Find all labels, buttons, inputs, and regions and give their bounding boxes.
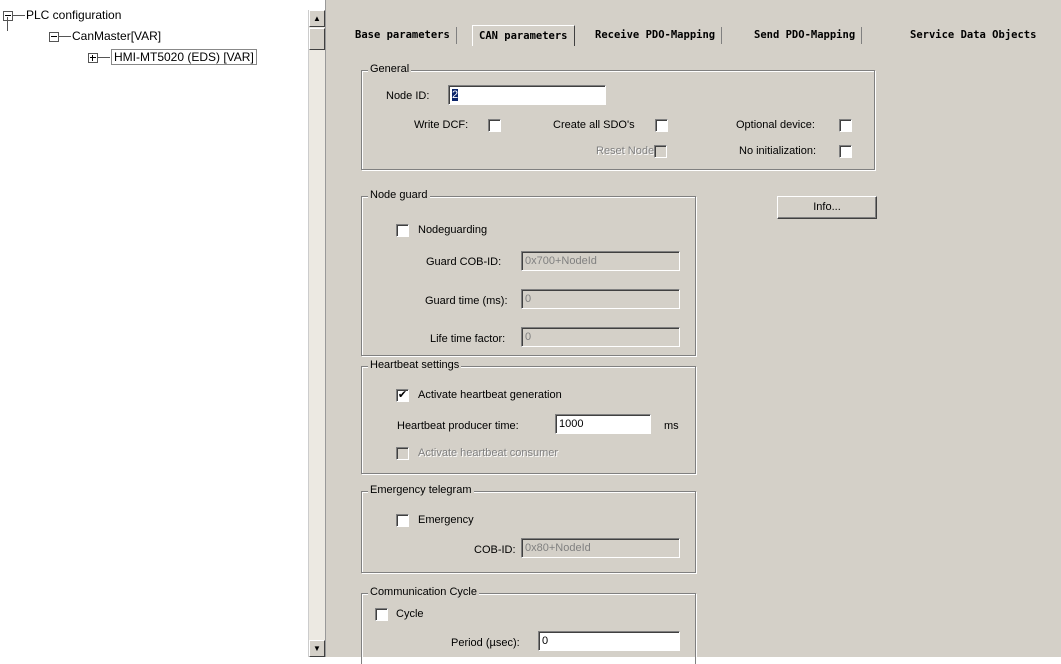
emergency-checkbox[interactable] xyxy=(396,514,409,527)
heartbeat-producer-time-label: Heartbeat producer time: xyxy=(397,420,519,432)
activate-heartbeat-generation-label: Activate heartbeat generation xyxy=(418,389,562,401)
tree-item-hmi-mt5020[interactable]: HMI-MT5020 (EDS) [VAR] xyxy=(88,49,257,65)
cycle-label: Cycle xyxy=(396,608,424,620)
create-sdos-checkbox[interactable] xyxy=(655,119,668,132)
emergency-cob-id-label: COB-ID: xyxy=(474,544,516,556)
optional-device-checkbox[interactable] xyxy=(839,119,852,132)
group-title: Node guard xyxy=(368,189,430,201)
collapse-icon[interactable] xyxy=(3,10,13,21)
period-input[interactable]: 0 xyxy=(538,631,680,651)
tab-send-pdo-mapping[interactable]: Send PDO-Mapping xyxy=(748,27,863,44)
communication-cycle-group: Communication Cycle Cycle Period (µsec):… xyxy=(361,586,696,664)
nodeguarding-checkbox[interactable] xyxy=(396,224,409,237)
group-title: Communication Cycle xyxy=(368,586,479,598)
tab-service-data-objects[interactable]: Service Data Objects xyxy=(904,27,1042,44)
check-icon: ✔ xyxy=(397,389,408,401)
arrow-down-icon: ▼ xyxy=(313,644,321,653)
tab-bar: Base parameters CAN parameters Receive P… xyxy=(349,25,1061,46)
tree-connector xyxy=(13,15,25,17)
group-title: General xyxy=(368,63,412,75)
node-guard-group: Node guard Nodeguarding Guard COB-ID: 0x… xyxy=(361,189,696,356)
nodeguarding-label: Nodeguarding xyxy=(418,224,488,236)
tree-item-canmaster[interactable]: CanMaster[VAR] xyxy=(49,28,161,44)
tab-base-parameters[interactable]: Base parameters xyxy=(349,27,457,44)
node-id-label: Node ID: xyxy=(386,90,430,102)
guard-cob-id-input: 0x700+NodeId xyxy=(521,251,680,271)
general-group: General Node ID: 2 Write DCF: Create all… xyxy=(361,63,875,170)
optional-device-label: Optional device: xyxy=(736,119,815,131)
create-sdos-label: Create all SDO's xyxy=(553,119,635,131)
tree-item-label: CanMaster[VAR] xyxy=(72,29,162,43)
guard-cob-id-label: Guard COB-ID: xyxy=(426,256,502,268)
scroll-down-button[interactable]: ▼ xyxy=(309,640,325,657)
write-dcf-label: Write DCF: xyxy=(414,119,469,131)
cycle-checkbox[interactable] xyxy=(375,608,388,621)
activate-heartbeat-consumer-label: Activate heartbeat consumer xyxy=(418,447,559,459)
life-time-factor-label: Life time factor: xyxy=(430,333,506,345)
heartbeat-time-unit: ms xyxy=(664,420,679,432)
expand-icon[interactable] xyxy=(88,52,98,63)
node-id-input[interactable]: 2 xyxy=(448,85,606,105)
scroll-thumb[interactable] xyxy=(309,28,325,50)
tree-connector xyxy=(98,57,110,59)
no-initialization-label: No initialization: xyxy=(739,145,817,157)
reset-node-checkbox xyxy=(654,145,667,158)
heartbeat-producer-time-input[interactable]: 1000 xyxy=(555,414,651,434)
tree-item-label: HMI-MT5020 (EDS) [VAR] xyxy=(111,49,257,65)
group-title: Emergency telegram xyxy=(368,484,474,496)
properties-panel: Base parameters CAN parameters Receive P… xyxy=(333,0,1061,664)
tree-item-plc-configuration[interactable]: PLC configuration xyxy=(3,7,121,23)
configuration-tree[interactable]: PLC configuration CanMaster[VAR] HMI-MT5… xyxy=(0,0,308,657)
tree-item-label: PLC configuration xyxy=(26,8,122,22)
activate-heartbeat-generation-checkbox[interactable]: ✔ xyxy=(396,389,409,402)
guard-time-label: Guard time (ms): xyxy=(425,295,508,307)
collapse-icon[interactable] xyxy=(49,31,59,42)
arrow-up-icon: ▲ xyxy=(313,14,321,23)
life-time-factor-input: 0 xyxy=(521,327,680,347)
tab-receive-pdo-mapping[interactable]: Receive PDO-Mapping xyxy=(589,27,723,44)
group-title: Heartbeat settings xyxy=(368,359,462,371)
heartbeat-group: Heartbeat settings ✔ Activate heartbeat … xyxy=(361,359,696,474)
reset-node-label: Reset Node: xyxy=(596,145,658,157)
emergency-cob-id-input: 0x80+NodeId xyxy=(521,538,680,558)
activate-heartbeat-consumer-checkbox xyxy=(396,447,409,460)
scroll-up-button[interactable]: ▲ xyxy=(309,10,325,27)
guard-time-input: 0 xyxy=(521,289,680,309)
emergency-telegram-group: Emergency telegram Emergency COB-ID: 0x8… xyxy=(361,484,696,573)
node-id-value: 2 xyxy=(452,89,459,101)
tree-scrollbar[interactable]: ▲ ▼ xyxy=(308,10,326,657)
tree-connector xyxy=(7,17,8,31)
write-dcf-checkbox[interactable] xyxy=(488,119,501,132)
tree-connector xyxy=(59,36,71,38)
period-label: Period (µsec): xyxy=(451,637,520,649)
emergency-label: Emergency xyxy=(418,514,474,526)
no-initialization-checkbox[interactable] xyxy=(839,145,852,158)
tab-can-parameters[interactable]: CAN parameters xyxy=(472,25,575,46)
info-button[interactable]: Info... xyxy=(777,196,877,219)
